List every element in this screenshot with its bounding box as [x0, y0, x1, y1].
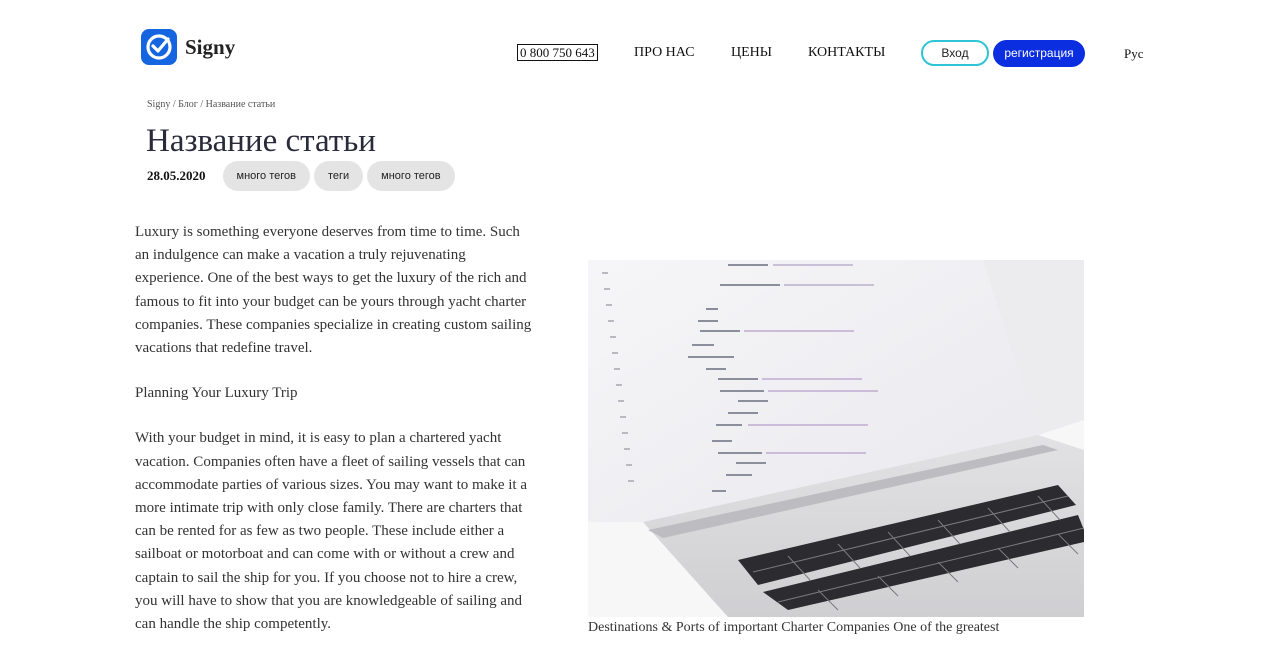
login-button[interactable]: Вход	[921, 40, 989, 66]
image-caption: Destinations & Ports of important Charte…	[588, 620, 1000, 635]
tag-chip[interactable]: много тегов	[222, 161, 310, 191]
article-image-laptop	[588, 260, 1084, 617]
article-meta: 28.05.2020 много тегов теги много тегов	[147, 161, 459, 191]
article-paragraph: With your budget in mind, it is easy to …	[135, 430, 527, 633]
breadcrumb[interactable]: Signy / Блог / Название статьи	[147, 99, 275, 110]
article-paragraph: Luxury is something everyone deserves fr…	[135, 224, 532, 357]
main-nav: 0 800 750 643 ПРО НАС ЦЕНЫ КОНТАКТЫ Вход…	[0, 40, 1280, 67]
phone-link[interactable]: 0 800 750 643	[517, 44, 598, 61]
post-date: 28.05.2020	[147, 168, 206, 183]
language-selector[interactable]: Рус	[1124, 46, 1144, 62]
nav-prices[interactable]: ЦЕНЫ	[731, 45, 772, 61]
page-title: Название статьи	[146, 123, 376, 159]
article-body: Luxury is something everyone deserves fr…	[135, 221, 535, 658]
nav-contacts[interactable]: КОНТАКТЫ	[808, 45, 885, 61]
tag-chip[interactable]: много тегов	[367, 161, 455, 191]
register-button[interactable]: регистрация	[993, 40, 1085, 67]
tag-chip[interactable]: теги	[313, 161, 364, 191]
article-subheading: Planning Your Luxury Trip	[135, 385, 298, 402]
nav-about[interactable]: ПРО НАС	[634, 45, 695, 61]
